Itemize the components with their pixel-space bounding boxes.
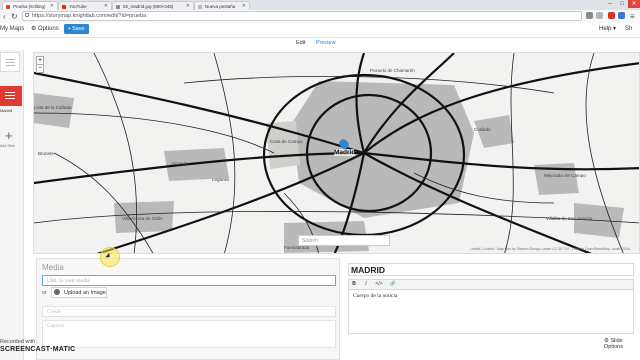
map-place-label: Casa de Campo <box>270 139 303 144</box>
extension-icon[interactable] <box>618 12 625 19</box>
thumbnail-line <box>5 92 15 93</box>
cursor-highlight <box>100 247 120 267</box>
zoom-out-button[interactable]: − <box>37 65 43 73</box>
tab-label: YouTube <box>69 4 87 9</box>
caption-textarea[interactable]: Caption <box>42 320 336 348</box>
tab-preview[interactable]: Preview <box>316 40 336 46</box>
slide-options-button[interactable]: ⚙ Slide Options <box>604 338 640 350</box>
refresh-icon[interactable]: ↻ <box>11 11 18 22</box>
image-favicon-icon <box>116 4 120 9</box>
slide-thumbnail-madrid[interactable] <box>0 86 22 106</box>
my-maps-link[interactable]: My Maps <box>0 25 24 33</box>
browser-tab-youtube[interactable]: YouTube ✕ <box>58 1 112 10</box>
save-button[interactable]: ▪ Save <box>64 24 89 34</box>
thumbnail-line <box>6 59 15 60</box>
gear-icon: ⚙ <box>31 26 39 32</box>
tab-edit[interactable]: Edit <box>296 40 305 46</box>
headline-input[interactable]: MADRID <box>348 263 634 276</box>
or-label: or <box>42 290 47 296</box>
extension-icon[interactable] <box>586 12 593 19</box>
extension-icon[interactable] <box>596 12 603 19</box>
close-tab-icon[interactable]: ✕ <box>104 2 108 10</box>
thumbnail-line <box>5 98 15 99</box>
recorder-watermark-line1: Recorded with <box>0 339 36 345</box>
save-label: Save <box>71 26 85 32</box>
bold-button[interactable]: B <box>349 280 359 289</box>
close-tab-icon[interactable]: ✕ <box>242 2 246 10</box>
page-favicon-icon <box>198 4 202 9</box>
browser-tab-prueba[interactable]: Prueba (Editing) ✕ <box>2 1 58 10</box>
url-text[interactable]: https://storymap.knightlab.com/edit/?id=… <box>32 12 146 20</box>
tab-label: 02_madrid.jpg (600×445) <box>123 4 174 9</box>
thumbnail-line <box>6 65 15 66</box>
urban-areas <box>34 81 624 253</box>
add-slide-icon[interactable]: + <box>5 129 13 142</box>
map-place-label: Lista de la Cañada <box>34 105 72 110</box>
recorder-watermark-line2: SCREENCAST·MATIC <box>0 346 76 353</box>
tab-label: Prueba (Editing) <box>13 4 46 9</box>
map-search-input[interactable]: Search <box>298 235 390 246</box>
map-place-label: Villalba de San Antonio <box>546 216 593 221</box>
html-button[interactable]: </> <box>374 280 384 289</box>
add-slide-label: Add Slide <box>0 144 15 148</box>
options-label: Options <box>38 26 59 32</box>
slide-label: Madrid <box>0 108 13 113</box>
back-icon[interactable]: ‹ <box>3 11 6 22</box>
map-place-label: Alcorcón <box>171 161 189 166</box>
map-place-label: Leganés <box>212 177 230 182</box>
browser-tab-new[interactable]: Nueva pestaña ✕ <box>194 1 250 10</box>
media-heading: Media <box>42 263 64 272</box>
media-url-input[interactable]: URL to your media <box>42 275 336 286</box>
lock-icon <box>25 13 29 17</box>
browser-menu-icon[interactable]: ≡ <box>630 11 635 22</box>
close-window-button[interactable]: ✕ <box>628 0 640 8</box>
zoom-divider <box>36 64 44 65</box>
credit-input[interactable]: Credit <box>42 306 336 317</box>
italic-button[interactable]: I <box>361 280 371 289</box>
minimize-button[interactable]: – <box>604 0 616 8</box>
youtube-favicon-icon <box>62 4 66 9</box>
adblock-icon[interactable] <box>608 12 615 19</box>
close-tab-icon[interactable]: ✕ <box>186 2 190 10</box>
thumbnail-line <box>5 95 15 96</box>
browser-tab-image[interactable]: 02_madrid.jpg (600×445) ✕ <box>112 1 194 10</box>
maximize-button[interactable]: □ <box>616 0 628 8</box>
body-text: Cuerpo de la noticia <box>353 293 398 299</box>
map-place-label: Brunete <box>38 151 54 156</box>
help-menu[interactable]: Help ▾ <box>599 25 616 33</box>
map-place-label: Coslada <box>474 127 491 132</box>
storymap-favicon-icon <box>6 4 10 9</box>
upload-cloud-icon <box>54 289 60 295</box>
link-icon[interactable]: 🔗 <box>388 280 398 289</box>
slide-thumbnail-title[interactable] <box>0 52 20 72</box>
thumbnail-line <box>6 62 15 63</box>
map-place-label: Villaviciosa de Odón <box>122 216 163 221</box>
map-center-label: Madrid <box>334 149 356 156</box>
text-body-editor[interactable]: Cuerpo de la noticia <box>348 290 634 334</box>
map-place-label: Pozuelo de Chamartín <box>370 68 415 73</box>
app-toolbar <box>0 23 640 38</box>
map-view[interactable]: Madrid Pozuelo de Chamartín Lista de la … <box>33 52 640 254</box>
options-button[interactable]: ⚙ Options <box>31 25 59 33</box>
share-button[interactable]: Sh <box>625 25 632 33</box>
map-place-label: Mejorada del Campo <box>544 173 586 178</box>
close-tab-icon[interactable]: ✕ <box>50 2 54 10</box>
tab-label: Nueva pestaña <box>205 4 236 9</box>
map-attribution[interactable]: Leaflet | Leaflet · Map tiles by Stamen … <box>470 247 631 251</box>
